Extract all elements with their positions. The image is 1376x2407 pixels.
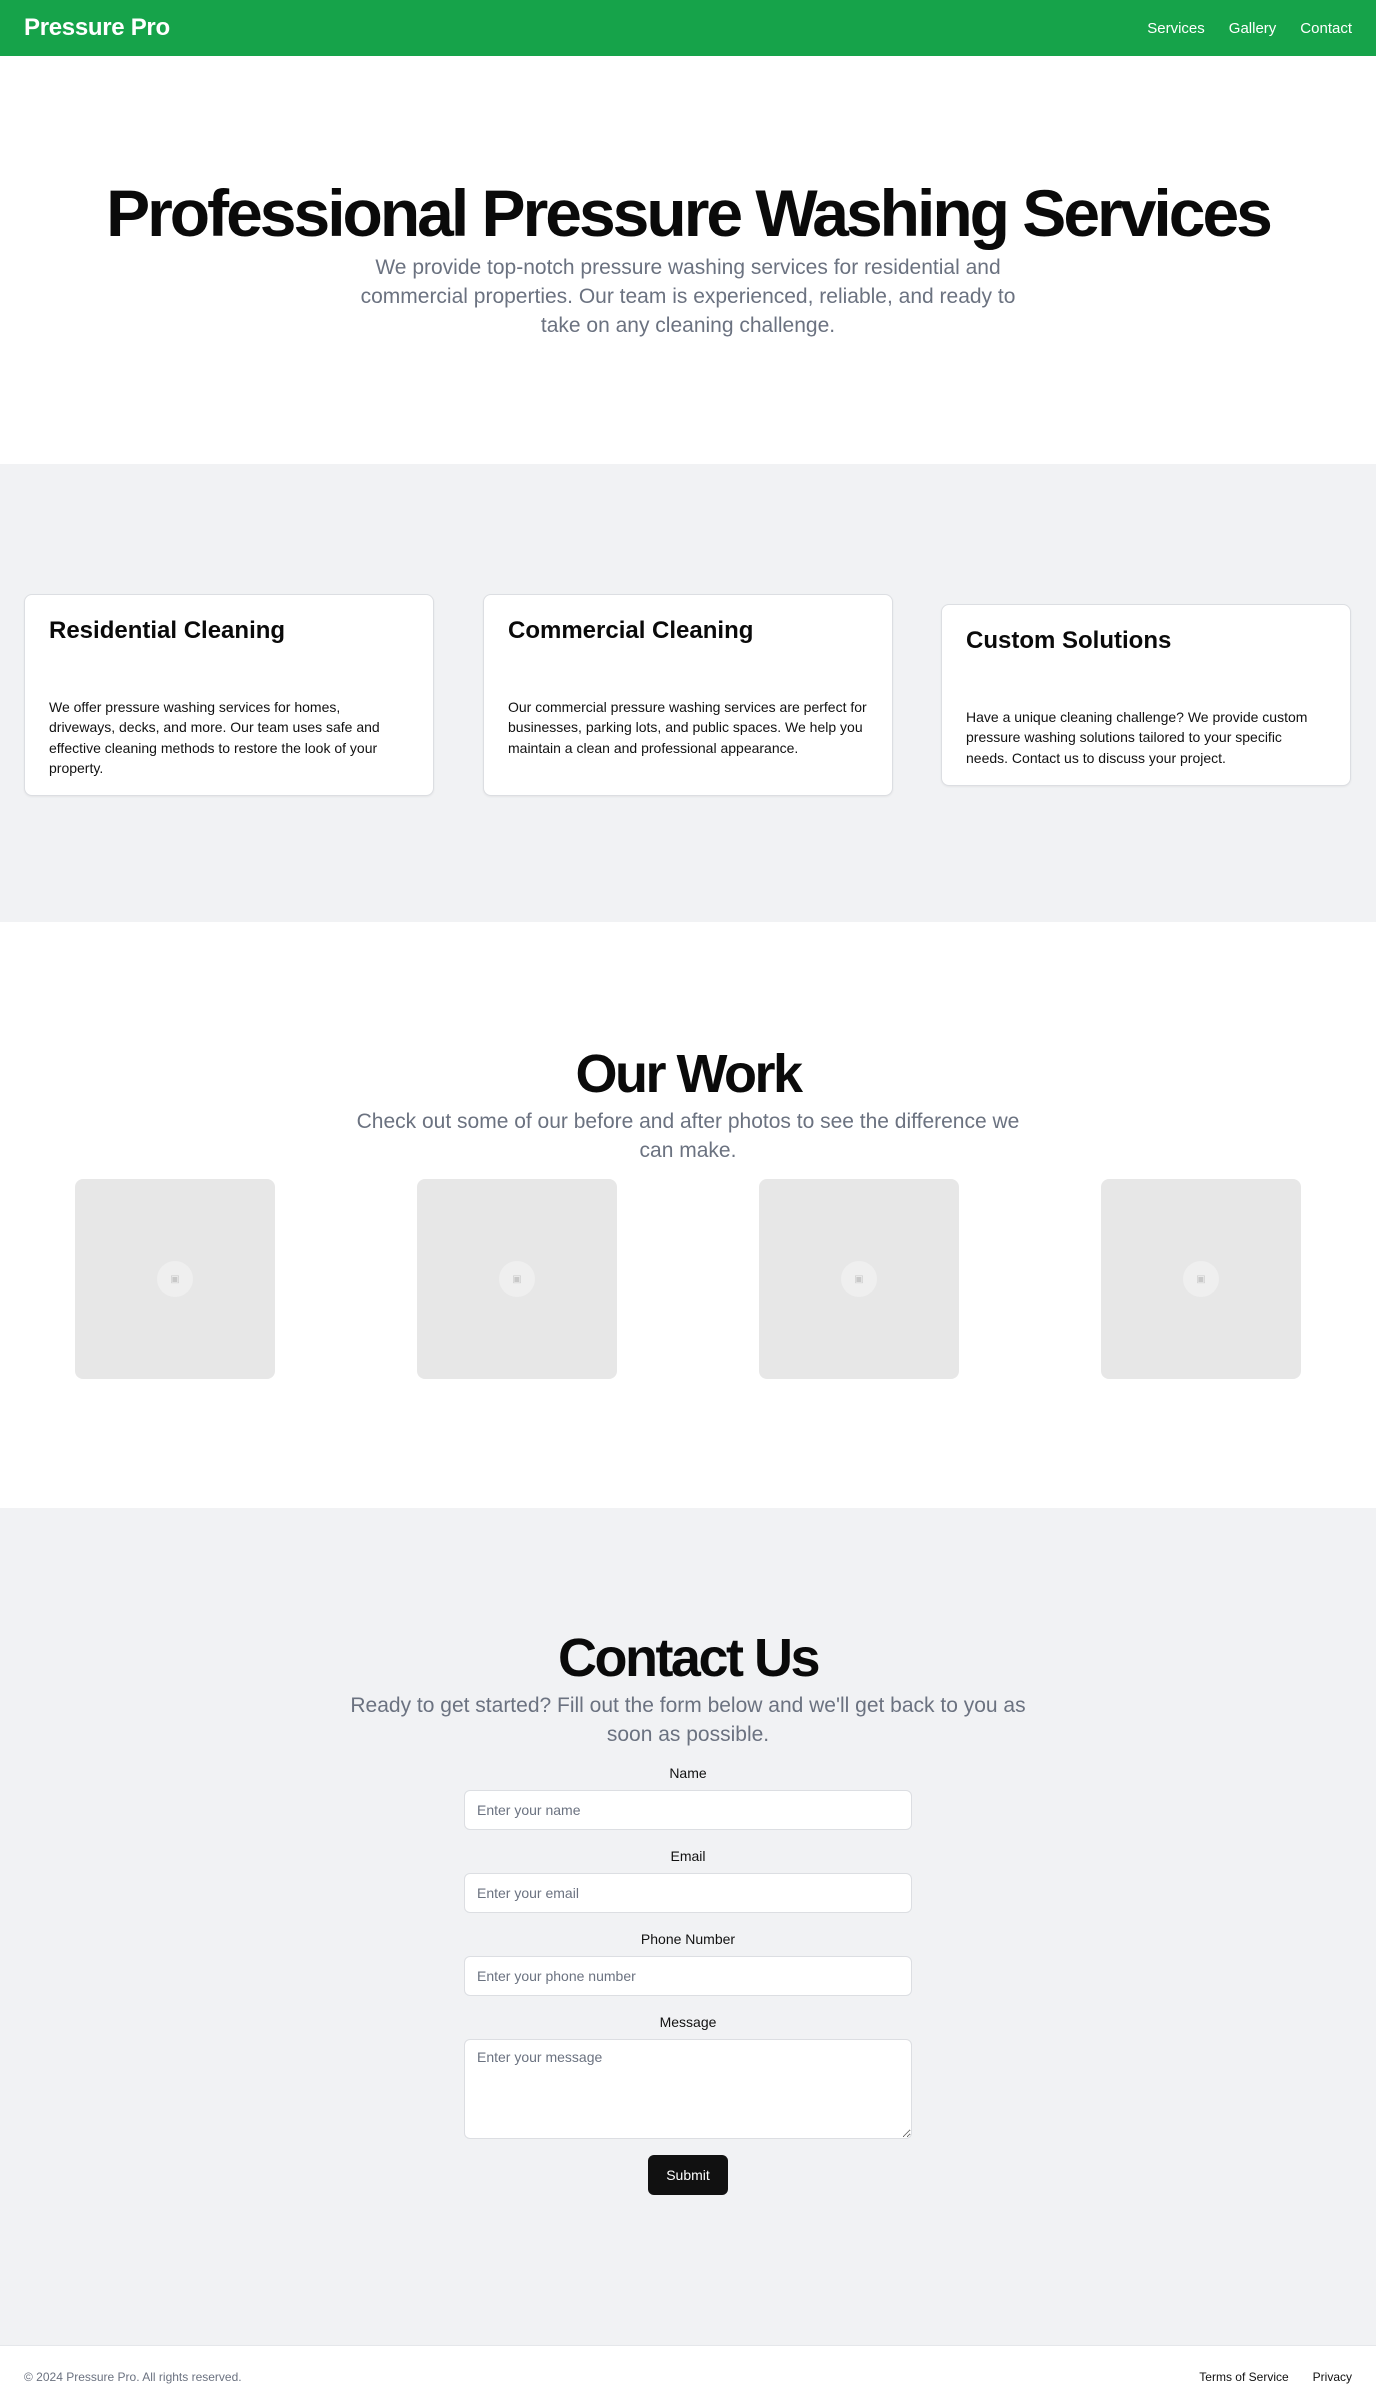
- service-card-commercial: Commercial Cleaning Our commercial press…: [483, 594, 893, 796]
- terms-link[interactable]: Terms of Service: [1199, 2370, 1288, 2384]
- footer-links: Terms of Service Privacy: [1199, 2370, 1352, 2384]
- name-input[interactable]: [464, 1790, 912, 1831]
- copyright-text: © 2024 Pressure Pro. All rights reserved…: [24, 2369, 242, 2384]
- service-card-residential: Residential Cleaning We offer pressure w…: [24, 594, 434, 796]
- hero-subtitle: We provide top-notch pressure washing se…: [360, 255, 1016, 338]
- email-label: Email: [670, 1848, 706, 1865]
- privacy-link[interactable]: Privacy: [1313, 2370, 1352, 2384]
- service-card-body: Our commercial pressure washing services…: [508, 699, 867, 756]
- email-input[interactable]: [464, 1873, 912, 1914]
- broken-image-icon: ▣: [841, 1261, 877, 1298]
- service-card-title: Custom Solutions: [966, 627, 1172, 654]
- nav-gallery[interactable]: Gallery: [1229, 20, 1277, 37]
- service-card-title: Commercial Cleaning: [508, 617, 754, 644]
- gallery-title: Our Work: [575, 1044, 803, 1104]
- gallery-subtitle: Check out some of our before and after p…: [356, 1109, 1020, 1163]
- main-nav: Services Gallery Contact: [1147, 20, 1352, 37]
- contact-form: Name Email Phone Number Message Submit: [464, 1765, 912, 2196]
- contact-section: Contact Us Ready to get started? Fill ou…: [0, 1508, 1376, 2345]
- gallery-photo[interactable]: ▣: [417, 1179, 617, 1380]
- phone-field-group: Phone Number: [464, 1931, 912, 1997]
- service-card-body: Have a unique cleaning challenge? We pro…: [966, 709, 1308, 766]
- message-textarea[interactable]: [464, 2039, 912, 2140]
- site-footer: © 2024 Pressure Pro. All rights reserved…: [0, 2345, 1376, 2407]
- gallery-photo[interactable]: ▣: [75, 1179, 275, 1380]
- broken-image-icon: ▣: [157, 1261, 193, 1298]
- service-card-custom: Custom Solutions Have a unique cleaning …: [941, 604, 1351, 786]
- nav-services[interactable]: Services: [1147, 20, 1205, 37]
- gallery-photo[interactable]: ▣: [1101, 1179, 1301, 1380]
- contact-subtitle: Ready to get started? Fill out the form …: [350, 1693, 1026, 1747]
- services-section: Residential Cleaning We offer pressure w…: [0, 464, 1376, 922]
- submit-button[interactable]: Submit: [648, 2155, 728, 2196]
- email-field-group: Email: [464, 1848, 912, 1914]
- contact-title: Contact Us: [557, 1628, 821, 1688]
- nav-contact[interactable]: Contact: [1300, 20, 1352, 37]
- name-field-group: Name: [464, 1765, 912, 1831]
- phone-input[interactable]: [464, 1956, 912, 1997]
- photo-grid: ▣ ▣ ▣ ▣: [0, 1179, 1376, 1380]
- broken-image-icon: ▣: [499, 1261, 535, 1298]
- gallery-photo[interactable]: ▣: [759, 1179, 959, 1380]
- message-field-group: Message: [464, 2014, 912, 2140]
- phone-label: Phone Number: [640, 1931, 736, 1948]
- site-header: Pressure Pro Services Gallery Contact: [0, 0, 1376, 56]
- message-label: Message: [659, 2014, 717, 2031]
- service-card-body: We offer pressure washing services for h…: [49, 699, 380, 776]
- hero-section: Professional Pressure Washing Services W…: [0, 56, 1376, 464]
- brand-logo[interactable]: Pressure Pro: [24, 14, 170, 42]
- hero-title: Professional Pressure Washing Services: [106, 176, 1273, 251]
- service-card-title: Residential Cleaning: [49, 617, 286, 644]
- name-label: Name: [669, 1765, 707, 1782]
- gallery-section: Our Work Check out some of our before an…: [0, 922, 1376, 1508]
- broken-image-icon: ▣: [1183, 1261, 1219, 1298]
